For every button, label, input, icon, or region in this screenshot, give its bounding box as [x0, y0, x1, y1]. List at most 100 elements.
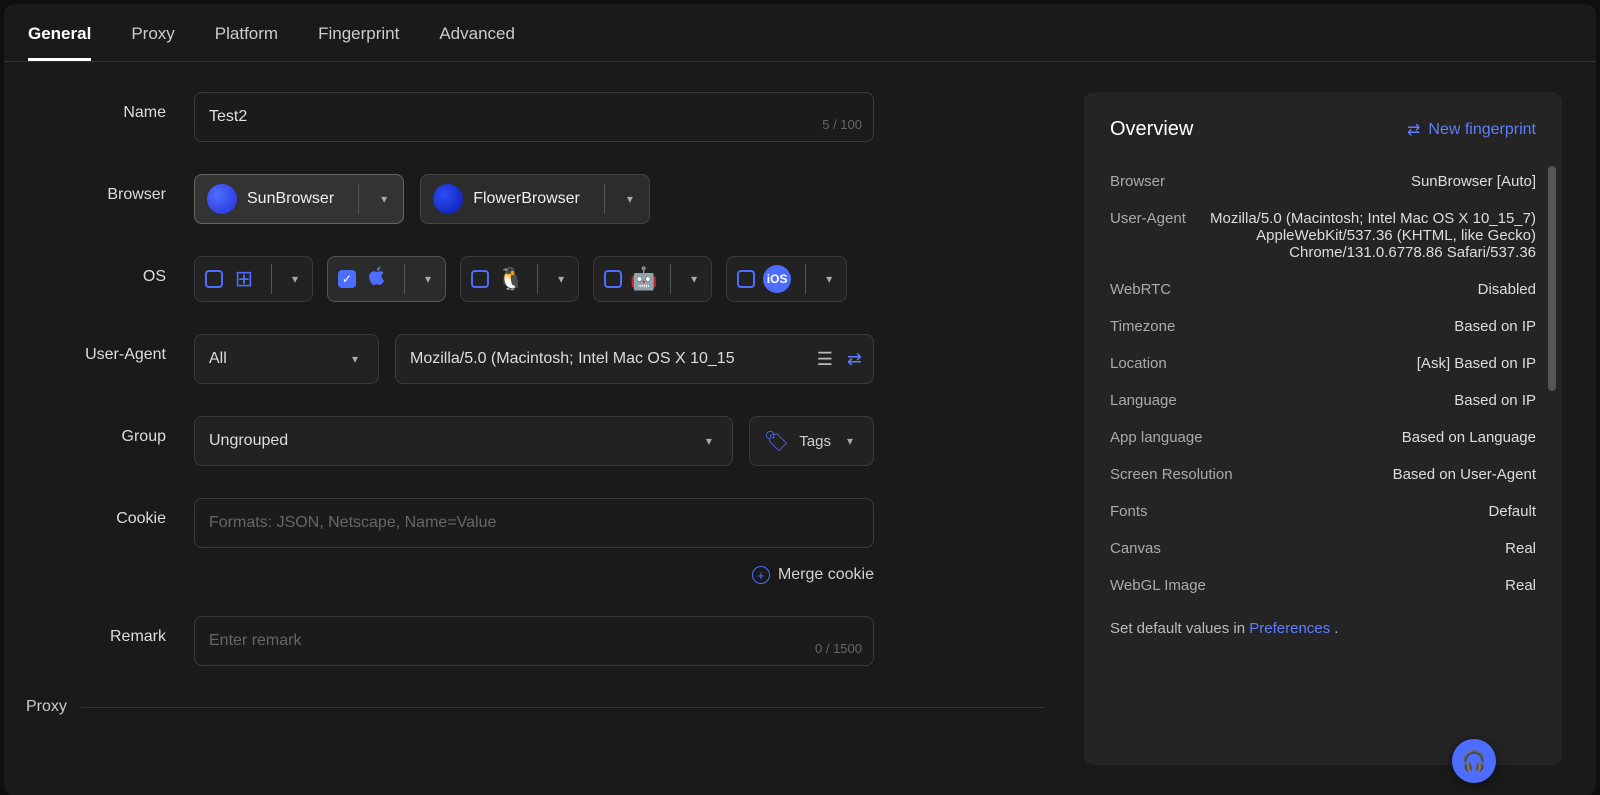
ios-icon: iOS	[763, 265, 791, 293]
overview-value: Default	[1488, 503, 1536, 520]
list-icon[interactable]: ☰	[817, 349, 833, 370]
new-fingerprint-button[interactable]: ⇄ New fingerprint	[1407, 120, 1536, 140]
name-input[interactable]	[194, 92, 874, 142]
overview-row: User-Agent Mozilla/5.0 (Macintosh; Intel …	[1110, 200, 1536, 271]
overview-key: Location	[1110, 355, 1167, 372]
overview-row: App language Based on Language	[1110, 419, 1536, 456]
browser-option-label: FlowerBrowser	[473, 190, 588, 208]
shuffle-icon[interactable]: ⇄	[847, 349, 862, 370]
overview-row: WebGL Image Real	[1110, 567, 1536, 604]
checkbox[interactable]: ✓	[338, 270, 356, 288]
label-os: OS	[4, 256, 194, 286]
android-icon: 🤖	[630, 266, 656, 292]
chevron-down-icon: ▾	[346, 352, 364, 366]
remark-input[interactable]	[194, 616, 874, 666]
overview-key: WebGL Image	[1110, 577, 1206, 594]
merge-cookie-button[interactable]: + Merge cookie	[194, 566, 874, 584]
label-name: Name	[4, 92, 194, 122]
label-group: Group	[4, 416, 194, 446]
headset-icon: 🎧	[1462, 749, 1487, 774]
windows-icon: ⊞	[231, 266, 257, 292]
overview-value: Real	[1505, 577, 1536, 594]
overview-value: SunBrowser [Auto]	[1411, 173, 1536, 190]
overview-row: Canvas Real	[1110, 530, 1536, 567]
overview-title: Overview	[1110, 118, 1193, 141]
os-option-android[interactable]: 🤖▾	[593, 256, 712, 302]
overview-footer: Set default values in Preferences .	[1110, 610, 1536, 637]
chevron-down-icon[interactable]: ▾	[419, 272, 437, 286]
chevron-down-icon[interactable]: ▾	[621, 192, 639, 206]
preferences-link[interactable]: Preferences	[1249, 620, 1330, 637]
ua-input[interactable]	[395, 334, 874, 384]
ua-filter-select[interactable]: All ▾	[194, 334, 379, 384]
overview-row: Language Based on IP	[1110, 382, 1536, 419]
overview-key: Language	[1110, 392, 1177, 409]
apple-icon	[364, 265, 390, 293]
browser-option-sunbrowser[interactable]: SunBrowser ▾	[194, 174, 404, 224]
tags-button[interactable]: 🏷 Tags ▾	[749, 416, 874, 466]
overview-row: Timezone Based on IP	[1110, 308, 1536, 345]
label-cookie: Cookie	[4, 498, 194, 528]
chevron-down-icon[interactable]: ▾	[820, 272, 838, 286]
tab-platform[interactable]: Platform	[215, 8, 278, 61]
form-area: Name 5 / 100 Browser SunBrowser▾FlowerBr…	[4, 62, 1084, 795]
overview-key: Canvas	[1110, 540, 1161, 557]
chevron-down-icon: ▾	[841, 434, 859, 448]
overview-key: App language	[1110, 429, 1203, 446]
os-option-windows[interactable]: ⊞▾	[194, 256, 313, 302]
tab-bar: General Proxy Platform Fingerprint Advanced	[4, 4, 1596, 62]
overview-panel: Overview ⇄ New fingerprint Browser SunBro…	[1084, 92, 1562, 765]
checkbox[interactable]	[604, 270, 622, 288]
overview-row: WebRTC Disabled	[1110, 271, 1536, 308]
chevron-down-icon[interactable]: ▾	[286, 272, 304, 286]
chevron-down-icon[interactable]: ▾	[685, 272, 703, 286]
tab-general[interactable]: General	[28, 8, 91, 61]
browser-logo-icon	[207, 184, 237, 214]
chevron-down-icon[interactable]: ▾	[375, 192, 393, 206]
overview-value: [Ask] Based on IP	[1417, 355, 1536, 372]
overview-key: Timezone	[1110, 318, 1175, 335]
proxy-section-label: Proxy	[26, 698, 67, 716]
browser-logo-icon	[433, 184, 463, 214]
overview-row: Location [Ask] Based on IP	[1110, 345, 1536, 382]
checkbox[interactable]	[471, 270, 489, 288]
browser-option-label: SunBrowser	[247, 190, 342, 208]
label-remark: Remark	[4, 616, 194, 646]
overview-key: WebRTC	[1110, 281, 1171, 298]
overview-row: Screen ResolutionBased on User-Agent	[1110, 456, 1536, 493]
overview-key: User-Agent	[1110, 210, 1186, 261]
os-option-linux[interactable]: 🐧▾	[460, 256, 579, 302]
ua-filter-value: All	[209, 350, 227, 368]
group-select[interactable]: Ungrouped ▾	[194, 416, 733, 466]
os-option-ios[interactable]: iOS ▾	[726, 256, 847, 302]
tab-advanced[interactable]: Advanced	[439, 8, 515, 61]
tag-icon: 🏷	[764, 429, 789, 454]
overview-value: Based on Language	[1402, 429, 1536, 446]
chat-fab-button[interactable]: 🎧	[1452, 739, 1496, 783]
checkbox[interactable]	[205, 270, 223, 288]
checkbox[interactable]	[737, 270, 755, 288]
overview-value: Disabled	[1478, 281, 1536, 298]
label-user-agent: User-Agent	[4, 334, 194, 364]
overview-value: Based on User-Agent	[1393, 466, 1536, 483]
overview-key: Fonts	[1110, 503, 1148, 520]
overview-row: Browser SunBrowser [Auto]	[1110, 163, 1536, 200]
chevron-down-icon[interactable]: ▾	[552, 272, 570, 286]
chevron-down-icon: ▾	[700, 434, 718, 448]
browser-option-flowerbrowser[interactable]: FlowerBrowser ▾	[420, 174, 650, 224]
cookie-input[interactable]	[194, 498, 874, 548]
label-browser: Browser	[4, 174, 194, 204]
overview-key: Browser	[1110, 173, 1165, 190]
os-option-macos[interactable]: ✓▾	[327, 256, 446, 302]
overview-value: Based on IP	[1454, 318, 1536, 335]
overview-value: Real	[1505, 540, 1536, 557]
overview-value: Mozilla/5.0 (Macintosh; Intel Mac OS X 1…	[1206, 210, 1536, 261]
scrollbar-thumb[interactable]	[1548, 166, 1556, 391]
tab-fingerprint[interactable]: Fingerprint	[318, 8, 399, 61]
merge-cookie-label: Merge cookie	[778, 566, 874, 584]
tab-proxy[interactable]: Proxy	[131, 8, 174, 61]
scrollbar[interactable]	[1548, 162, 1556, 725]
remark-char-counter: 0 / 1500	[815, 641, 862, 656]
section-divider	[81, 707, 1044, 708]
overview-value: Based on IP	[1454, 392, 1536, 409]
